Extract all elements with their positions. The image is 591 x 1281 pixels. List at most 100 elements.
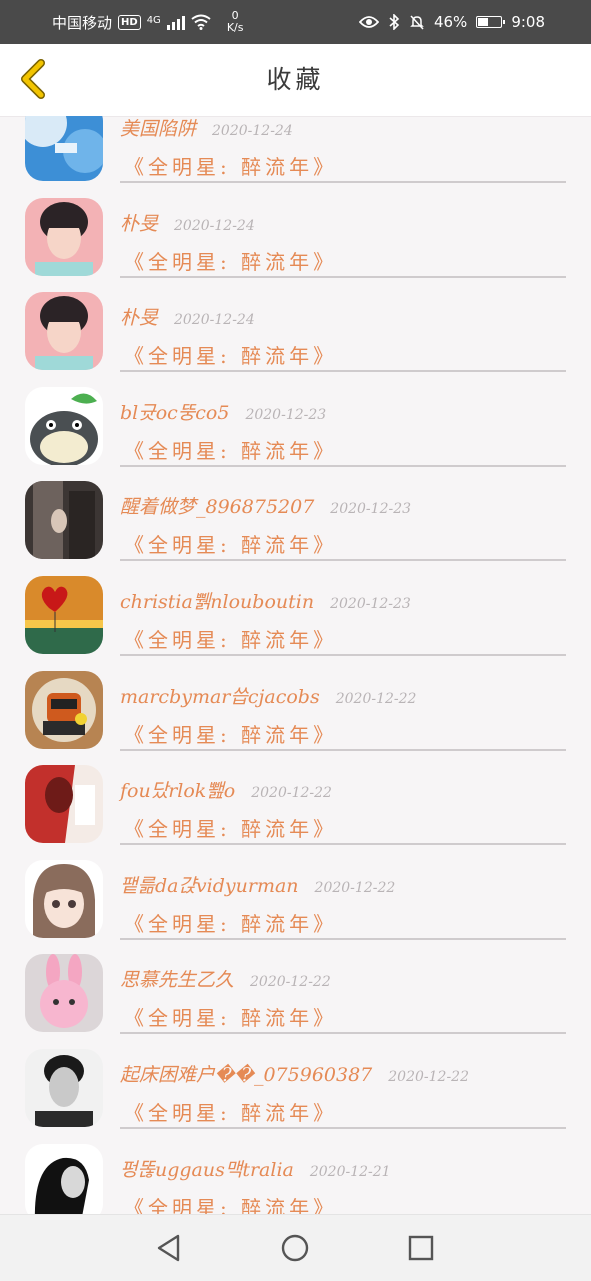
item-date: 2020-12-24 (212, 123, 293, 139)
item-header: 朴旻 2020-12-24 (120, 303, 255, 333)
item-header: 醒着做梦_896875207 2020-12-23 (120, 492, 411, 522)
list-item[interactable]: 朴旻 2020-12-24 《全明星: 醉流年》 (0, 184, 591, 279)
bw-portrait-avatar (25, 1048, 103, 1127)
list-item[interactable]: 醒着做梦_896875207 2020-12-23 《全明星: 醉流年》 (0, 467, 591, 562)
item-date: 2020-12-22 (314, 879, 396, 896)
item-name: 펑똖uggaus맥tralia (120, 1158, 294, 1181)
battery-percent: 46% (433, 13, 468, 31)
item-header: marcbymar씁cjacobs 2020-12-22 (120, 682, 416, 712)
square-recents-icon (408, 1235, 434, 1261)
item-name: fou닸rlok뾆o (120, 780, 236, 803)
clock: 9:08 (511, 13, 545, 31)
item-work-title: 《全明星: 醉流年》 (124, 1195, 338, 1214)
item-date: 2020-12-21 (309, 1163, 391, 1180)
network-type: 4G (146, 14, 161, 26)
item-header: 思慕先生乙久 2020-12-22 (120, 965, 331, 995)
nav-home-button[interactable] (280, 1233, 310, 1263)
item-name: 起床困难户��_075960387 (120, 1063, 373, 1086)
item-date: 2020-12-24 (174, 217, 255, 234)
item-work-title: 《全明星: 醉流年》 (124, 627, 338, 652)
nav-recents-button[interactable] (406, 1233, 436, 1263)
chevron-left-icon (21, 59, 45, 99)
list-item[interactable]: 起床困难户��_075960387 2020-12-22 《全明星: 醉流年》 (0, 1035, 591, 1130)
cartoon-robot-avatar (25, 670, 103, 749)
portrait-avatar (25, 292, 103, 371)
item-name: 퍁륾da갽vidyurman (120, 874, 299, 897)
item-date: 2020-12-23 (245, 406, 327, 423)
circle-home-icon (281, 1234, 309, 1262)
sky-balloon-avatar (25, 116, 103, 181)
item-date: 2020-12-22 (335, 690, 417, 707)
item-header: bl귯oc뚱co5 2020-12-23 (120, 398, 326, 428)
item-work-title: 《全明星: 醉流年》 (124, 817, 338, 842)
item-work-title: 《全明星: 醉流年》 (124, 1006, 338, 1031)
item-name: bl귯oc뚱co5 (120, 401, 230, 424)
item-name: 朴旻 (120, 307, 159, 330)
portrait-avatar (25, 197, 103, 276)
item-date: 2020-12-23 (330, 501, 412, 518)
item-header: 朴旻 2020-12-24 (120, 209, 255, 239)
item-header: 起床困难户��_075960387 2020-12-22 (120, 1060, 469, 1090)
carrier-label: 中国移动 (52, 13, 113, 32)
back-button[interactable] (14, 58, 58, 102)
signal-icon (166, 14, 185, 30)
list-item[interactable]: marcbymar씁cjacobs 2020-12-22 《全明星: 醉流年》 (0, 657, 591, 752)
item-date: 2020-12-22 (251, 785, 332, 802)
anime-girl-avatar (25, 859, 103, 938)
list-item[interactable]: christia쀍nlouboutin 2020-12-23 《全明星: 醉流年… (0, 562, 591, 657)
item-date: 2020-12-22 (388, 1068, 469, 1085)
header: 收藏 (0, 44, 591, 117)
item-name: marcbymar씁cjacobs (120, 685, 320, 708)
favorites-list[interactable]: 美国陷阱 2020-12-24 《全明星: 醉流年》 朴旻 2020-12-24… (0, 116, 591, 1214)
nav-back-button[interactable] (154, 1233, 184, 1263)
item-name: 思慕先生乙久 (120, 969, 235, 992)
item-header: fou닸rlok뾆o 2020-12-22 (120, 776, 332, 806)
triangle-back-icon (157, 1234, 180, 1262)
status-left: 中国移动 HD 4G 0 K/s (52, 0, 243, 44)
item-header: 美国陷阱 2020-12-24 (120, 116, 293, 144)
item-header: 펑똖uggaus맥tralia 2020-12-21 (120, 1155, 391, 1185)
item-name: 美国陷阱 (120, 118, 197, 140)
item-work-title: 《全明星: 醉流年》 (124, 722, 338, 747)
heart-sunset-avatar (25, 575, 103, 654)
battery-icon (476, 16, 506, 28)
item-name: 朴旻 (120, 212, 159, 235)
list-item[interactable]: 朴旻 2020-12-24 《全明星: 醉流年》 (0, 278, 591, 373)
item-name: 醒着做梦_896875207 (120, 496, 315, 519)
item-work-title: 《全明星: 醉流年》 (124, 438, 338, 463)
system-nav-bar (0, 1214, 591, 1281)
item-work-title: 《全明星: 醉流年》 (124, 533, 338, 558)
hd-badge: HD (118, 14, 141, 30)
item-name: christia쀍nlouboutin (120, 590, 315, 613)
item-work-title: 《全明星: 醉流年》 (124, 1100, 338, 1125)
status-right: 46% 9:08 (358, 0, 545, 44)
item-date: 2020-12-23 (330, 595, 411, 612)
item-work-title: 《全明星: 醉流年》 (124, 344, 338, 369)
item-date: 2020-12-22 (250, 974, 331, 991)
bw-silhouette-avatar (25, 1143, 103, 1214)
list-item[interactable]: 퍁륾da갽vidyurman 2020-12-22 《全明星: 醉流年》 (0, 846, 591, 941)
item-work-title: 《全明星: 醉流年》 (124, 911, 338, 936)
list-item[interactable]: 思慕先生乙久 2020-12-22 《全明星: 醉流年》 (0, 940, 591, 1035)
list-item[interactable]: bl귯oc뚱co5 2020-12-23 《全明星: 醉流年》 (0, 373, 591, 468)
item-work-title: 《全明星: 醉流年》 (124, 155, 338, 179)
mute-bell-icon (410, 15, 424, 30)
item-date: 2020-12-24 (174, 312, 255, 329)
item-header: christia쀍nlouboutin 2020-12-23 (120, 587, 411, 617)
item-header: 퍁륾da갽vidyurman 2020-12-22 (120, 871, 395, 901)
pink-bunny-avatar (25, 954, 103, 1033)
wifi-icon (191, 14, 211, 30)
status-bar: 中国移动 HD 4G 0 K/s 46% 9:08 (0, 0, 591, 44)
list-item[interactable]: 펑똖uggaus맥tralia 2020-12-21 《全明星: 醉流年》 (0, 1130, 591, 1214)
red-art-avatar (25, 765, 103, 844)
page-title: 收藏 (266, 65, 325, 94)
eye-icon (358, 16, 379, 28)
favorites-list-inner: 美国陷阱 2020-12-24 《全明星: 醉流年》 朴旻 2020-12-24… (0, 116, 591, 1214)
dark-photo-avatar (25, 481, 103, 560)
bluetooth-icon (389, 14, 400, 30)
item-work-title: 《全明星: 醉流年》 (124, 249, 338, 274)
net-speed: 0 K/s (227, 10, 244, 34)
totoro-avatar (25, 386, 103, 465)
list-item[interactable]: 美国陷阱 2020-12-24 《全明星: 醉流年》 (0, 116, 591, 184)
list-item[interactable]: fou닸rlok뾆o 2020-12-22 《全明星: 醉流年》 (0, 751, 591, 846)
